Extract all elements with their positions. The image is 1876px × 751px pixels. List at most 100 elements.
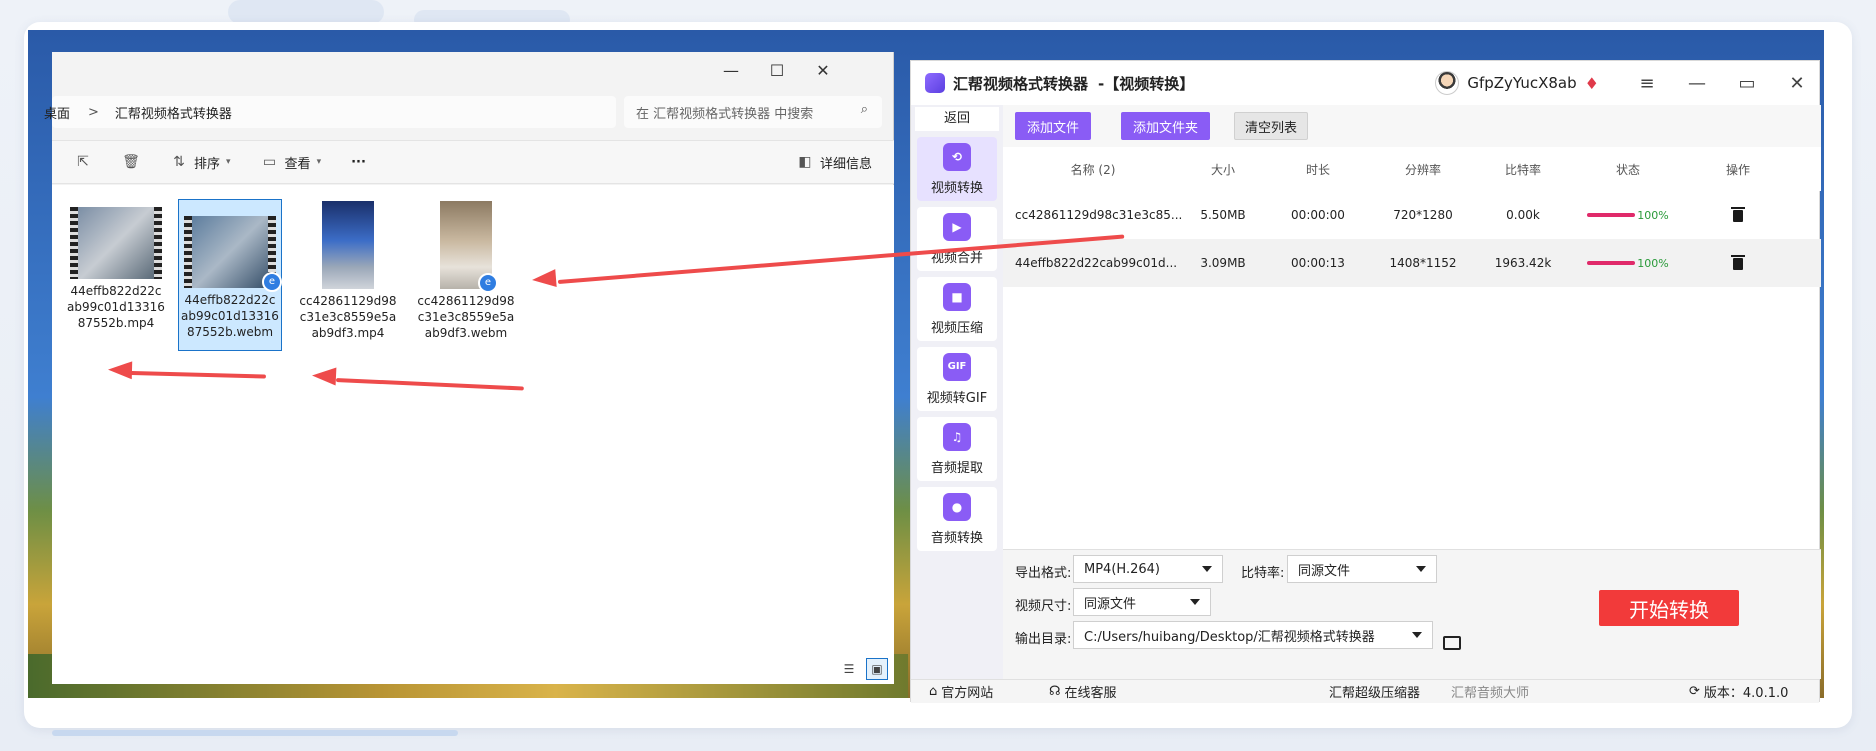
background-shape: [52, 730, 458, 736]
share-button[interactable]: ⇱: [74, 153, 92, 171]
file-item[interactable]: 44effb822d22c ab99c01d13316 87552b.mp4: [64, 203, 168, 331]
minimize-button[interactable]: —: [708, 52, 754, 88]
maximize-button[interactable]: ▭: [1725, 61, 1769, 105]
clear-list-button[interactable]: 清空列表: [1234, 112, 1309, 140]
share-icon: ⇱: [77, 154, 89, 170]
chevron-down-icon: [1202, 566, 1212, 572]
maximize-button[interactable]: ☐: [754, 52, 800, 88]
file-item-selected[interactable]: e 44effb822d22c ab99c01d13316 87552b.web…: [178, 199, 282, 351]
app-title-suffix: -【视频转换】: [1098, 74, 1195, 93]
search-input[interactable]: 在 汇帮视频格式转换器 中搜索 ⌕: [624, 96, 882, 128]
chevron-down-icon: [1416, 566, 1426, 572]
app-title: 汇帮视频格式转换器: [953, 74, 1089, 93]
list-view-icon[interactable]: ☰: [838, 658, 860, 680]
format-value: MP4(H.264): [1084, 561, 1160, 577]
duration-cell: 00:00:00: [1291, 208, 1345, 222]
music-note-icon: ♫: [943, 422, 971, 451]
video-convert-icon: ⟲: [943, 142, 971, 171]
file-name-line: ab9df3.webm: [424, 326, 508, 340]
sidebar-item-video-compress[interactable]: ■ 视频压缩: [917, 277, 997, 341]
back-button[interactable]: 返回: [915, 107, 999, 131]
file-name-line: 87552b.webm: [186, 325, 274, 339]
refresh-icon[interactable]: ⟳: [1689, 684, 1700, 699]
maximize-icon: ▭: [1738, 72, 1756, 94]
status-cell: 100%: [1573, 209, 1683, 222]
minimize-button[interactable]: —: [1675, 61, 1719, 105]
column-header-size: 大小: [1210, 162, 1235, 177]
close-button[interactable]: ✕: [1775, 61, 1819, 105]
progress-bar: [1587, 213, 1636, 217]
super-compressor-link[interactable]: 汇帮超级压缩器: [1329, 682, 1420, 701]
thumbnail-view-icon[interactable]: ▣: [866, 658, 888, 680]
menu-button[interactable]: ≡: [1625, 61, 1669, 105]
app-logo-icon: [925, 73, 945, 93]
chevron-down-icon: ▾: [316, 157, 322, 167]
file-item[interactable]: e cc42861129d98 c31e3c8559e5a ab9df3.web…: [414, 197, 518, 341]
file-list-area[interactable]: 44effb822d22c ab99c01d13316 87552b.mp4 e…: [52, 185, 894, 684]
version-info: ⟳ 版本：4.0.1.0: [1689, 682, 1788, 701]
video-size-select[interactable]: 同源文件: [1073, 588, 1211, 616]
sidebar-item-video-merge[interactable]: ▶ 视频合并: [917, 207, 997, 271]
search-placeholder: 在 汇帮视频格式转换器 中搜索: [636, 106, 814, 122]
search-icon[interactable]: ⌕: [861, 102, 868, 117]
more-icon: ···: [351, 154, 366, 170]
table-row[interactable]: 44effb822d22cab99c01d... 3.09MB 00:00:13…: [1003, 239, 1821, 287]
action-bar: 添加文件 添加文件夹 清空列表: [1003, 105, 1821, 147]
start-convert-button[interactable]: 开始转换: [1599, 590, 1739, 626]
official-website-link[interactable]: ⌂ 官方网站: [929, 682, 993, 701]
actions-cell: [1683, 206, 1793, 225]
sort-button[interactable]: ⇅ 排序 ▾: [170, 153, 230, 172]
sidebar-item-audio-convert[interactable]: ● 音频转换: [917, 487, 997, 551]
output-dir-select[interactable]: C:/Users/huibang/Desktop/汇帮视频格式转换器: [1073, 621, 1433, 649]
table-header: 名称 (2) 大小 时长 分辨率 比特率 状态 操作: [1003, 147, 1821, 191]
edge-file-icon: e: [262, 272, 282, 292]
video-thumbnail: e: [184, 216, 282, 292]
view-label: 查看: [284, 156, 311, 172]
delete-icon[interactable]: [1731, 206, 1745, 222]
view-toggle: ☰ ▣: [838, 658, 888, 680]
output-settings-panel: 导出格式: MP4(H.264) 比特率: 同源文件 视频尺寸: 同源文件 输出…: [1003, 549, 1821, 679]
add-folder-button[interactable]: 添加文件夹: [1121, 112, 1211, 140]
version-label: 版本：4.0.1.0: [1703, 686, 1789, 701]
home-icon: ⌂: [929, 684, 938, 699]
annotation-arrow-head: [107, 360, 133, 380]
duration-cell: 00:00:13: [1291, 256, 1345, 270]
sidebar: 返回 ⟲ 视频转换 ▶ 视频合并 ■ 视频压缩 GIF 视频转GIF ♫ 音频提…: [911, 105, 1003, 679]
sidebar-item-audio-extract[interactable]: ♫ 音频提取: [917, 417, 997, 481]
close-icon: ✕: [1789, 72, 1805, 94]
bitrate-cell: 1963.42k: [1494, 256, 1552, 270]
online-support-link[interactable]: ☊ 在线客服: [1049, 682, 1117, 701]
folder-open-icon[interactable]: [1443, 636, 1461, 650]
column-header-bitrate: 比特率: [1504, 162, 1541, 177]
address-bar[interactable]: 桌面 > 汇帮视频格式转换器: [44, 96, 616, 128]
chevron-down-icon: [1412, 632, 1422, 638]
details-pane-icon: ◧: [798, 154, 812, 170]
video-size-value: 同源文件: [1084, 596, 1137, 612]
bitrate-select[interactable]: 同源文件: [1287, 555, 1437, 583]
breadcrumb-desktop[interactable]: 桌面: [44, 103, 70, 122]
sidebar-item-label: 视频转GIF: [926, 390, 988, 406]
video-size-label: 视频尺寸:: [1015, 599, 1072, 614]
table-row[interactable]: cc42861129d98c31e3c85... 5.50MB 00:00:00…: [1003, 191, 1821, 239]
breadcrumb-current[interactable]: 汇帮视频格式转换器: [115, 103, 232, 122]
more-options-button[interactable]: ···: [351, 155, 366, 170]
format-select[interactable]: MP4(H.264): [1073, 555, 1223, 583]
audio-master-link[interactable]: 汇帮音频大师: [1451, 682, 1529, 701]
chevron-down-icon: [1190, 599, 1200, 605]
details-pane-button[interactable]: ◧ 详细信息: [796, 153, 872, 172]
bitrate-cell: 0.00k: [1506, 208, 1540, 222]
bitrate-label: 比特率:: [1241, 566, 1285, 581]
resolution-cell: 720*1280: [1393, 208, 1453, 222]
view-button[interactable]: ▭ 查看 ▾: [261, 153, 322, 172]
add-file-button[interactable]: 添加文件: [1015, 112, 1092, 140]
delete-icon[interactable]: [1731, 254, 1745, 270]
close-button[interactable]: ✕: [800, 52, 846, 88]
actions-cell: [1683, 254, 1793, 273]
hamburger-icon: ≡: [1639, 72, 1655, 94]
footer-bar: ⌂ 官方网站 ☊ 在线客服 汇帮超级压缩器 汇帮音频大师 ⟳ 版本：4.0.1.…: [911, 679, 1819, 703]
sidebar-item-video-to-gif[interactable]: GIF 视频转GIF: [917, 347, 997, 411]
delete-button[interactable]: 🗑: [122, 153, 140, 171]
sidebar-item-video-convert[interactable]: ⟲ 视频转换: [917, 137, 997, 201]
file-item[interactable]: cc42861129d98 c31e3c8559e5a ab9df3.mp4: [296, 197, 400, 341]
user-account[interactable]: GfpZyYucX8ab ♦: [1435, 71, 1599, 95]
